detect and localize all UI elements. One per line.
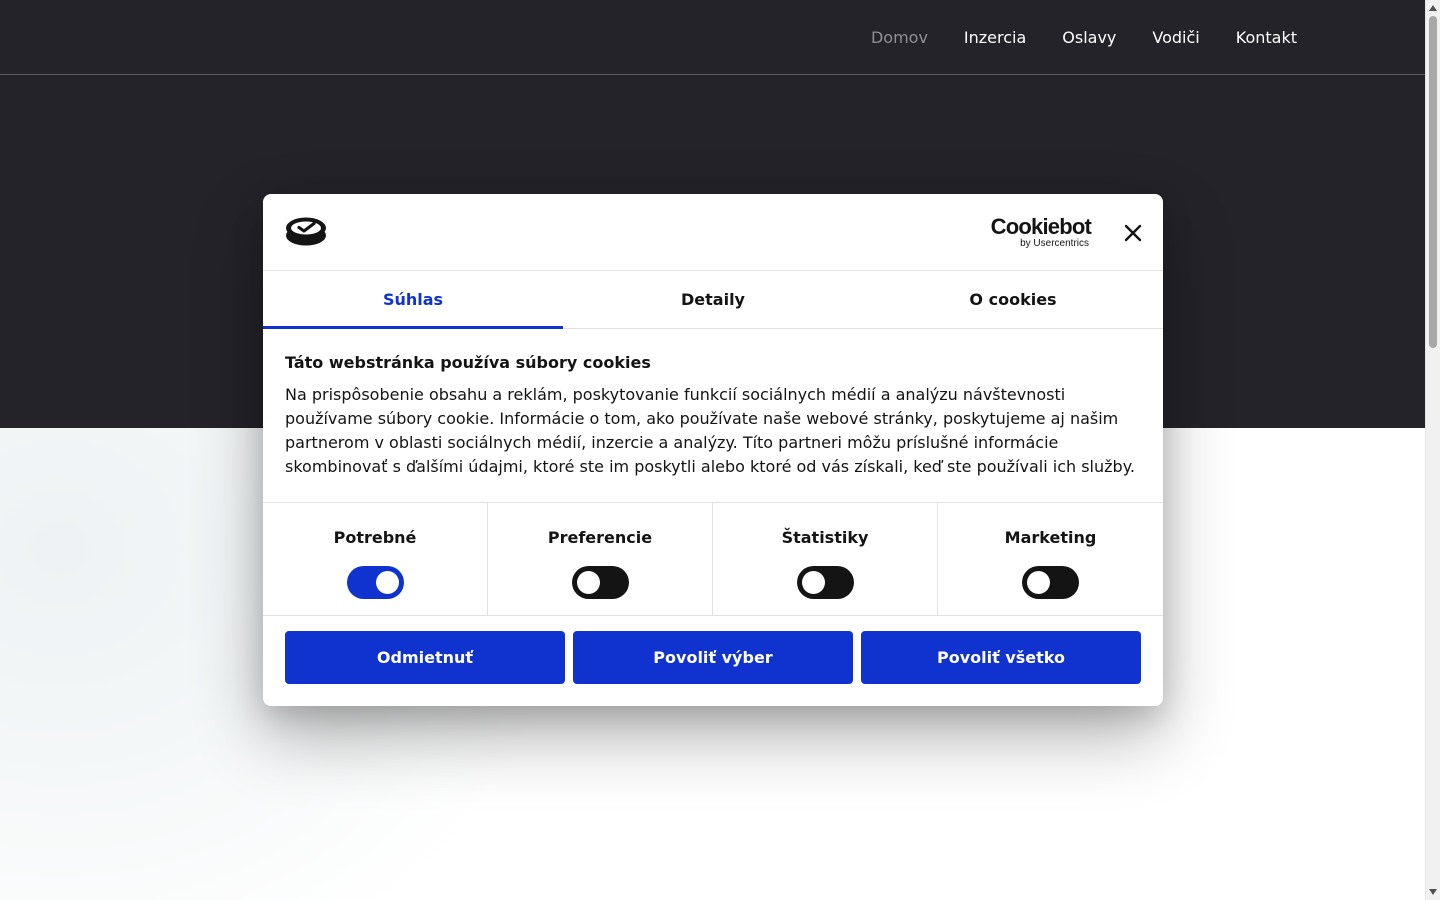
nav-item-vodici[interactable]: Vodiči (1152, 28, 1199, 47)
dialog-tabs: Súhlas Detaily O cookies (263, 271, 1163, 329)
dialog-body: Táto webstránka používa súbory cookies N… (285, 352, 1145, 479)
toggle-label-potrebne: Potrebné (333, 528, 417, 547)
brand-sub: by Usercentrics (1020, 238, 1089, 249)
dialog-header: Cookiebot by Usercentrics (263, 194, 1163, 271)
nav-item-oslavy[interactable]: Oslavy (1062, 28, 1116, 47)
site-header: Domov Inzercia Oslavy Vodiči Kontakt (0, 0, 1425, 75)
allow-all-button[interactable]: Povoliť všetko (861, 631, 1141, 684)
deny-button[interactable]: Odmietnuť (285, 631, 565, 684)
scroll-up-arrow-icon[interactable] (1429, 5, 1437, 11)
nav-item-kontakt[interactable]: Kontakt (1236, 28, 1297, 47)
tab-detaily[interactable]: Detaily (563, 271, 863, 328)
consent-toggles: Potrebné Preferencie Štatistiky Marketin… (263, 502, 1163, 616)
scroll-down-arrow-icon[interactable] (1429, 889, 1437, 895)
cookie-consent-dialog: Cookiebot by Usercentrics Súhlas Detaily… (263, 194, 1163, 706)
toggle-knob (576, 571, 600, 594)
brand-name: Cookiebot (990, 214, 1092, 239)
cookiebot-brand[interactable]: Cookiebot by Usercentrics (987, 214, 1092, 250)
toggle-group-potrebne: Potrebné (263, 503, 488, 615)
scroll-thumb[interactable] (1429, 16, 1437, 348)
toggle-preferencie[interactable] (571, 566, 629, 599)
toggle-group-preferencie: Preferencie (488, 503, 713, 615)
toggle-statistiky[interactable] (796, 566, 854, 599)
cookiebot-logo-icon (286, 217, 326, 246)
toggle-label-statistiky: Štatistiky (781, 528, 869, 547)
page-scrollbar[interactable] (1425, 0, 1440, 900)
toggle-knob (375, 571, 399, 594)
close-icon[interactable] (1121, 221, 1145, 245)
tab-o-cookies[interactable]: O cookies (863, 271, 1163, 328)
dialog-buttons: Odmietnuť Povoliť výber Povoliť všetko (285, 631, 1141, 684)
nav-item-domov[interactable]: Domov (871, 28, 928, 47)
toggle-label-preferencie: Preferencie (547, 528, 653, 547)
dialog-title: Táto webstránka používa súbory cookies (285, 353, 651, 372)
toggle-potrebne[interactable] (346, 566, 404, 599)
toggle-label-marketing: Marketing (1004, 528, 1097, 547)
tab-suhlas[interactable]: Súhlas (263, 271, 563, 329)
allow-selection-button[interactable]: Povoliť výber (573, 631, 853, 684)
toggle-marketing[interactable] (1022, 566, 1079, 599)
main-nav: Domov Inzercia Oslavy Vodiči Kontakt (871, 0, 1297, 74)
nav-item-inzercia[interactable]: Inzercia (964, 28, 1026, 47)
toggle-group-statistiky: Štatistiky (713, 503, 938, 615)
toggle-knob (1027, 571, 1050, 594)
toggle-group-marketing: Marketing (938, 503, 1163, 615)
toggle-knob (801, 571, 825, 594)
dialog-description: Na prispôsobenie obsahu a reklám, poskyt… (285, 385, 1135, 476)
